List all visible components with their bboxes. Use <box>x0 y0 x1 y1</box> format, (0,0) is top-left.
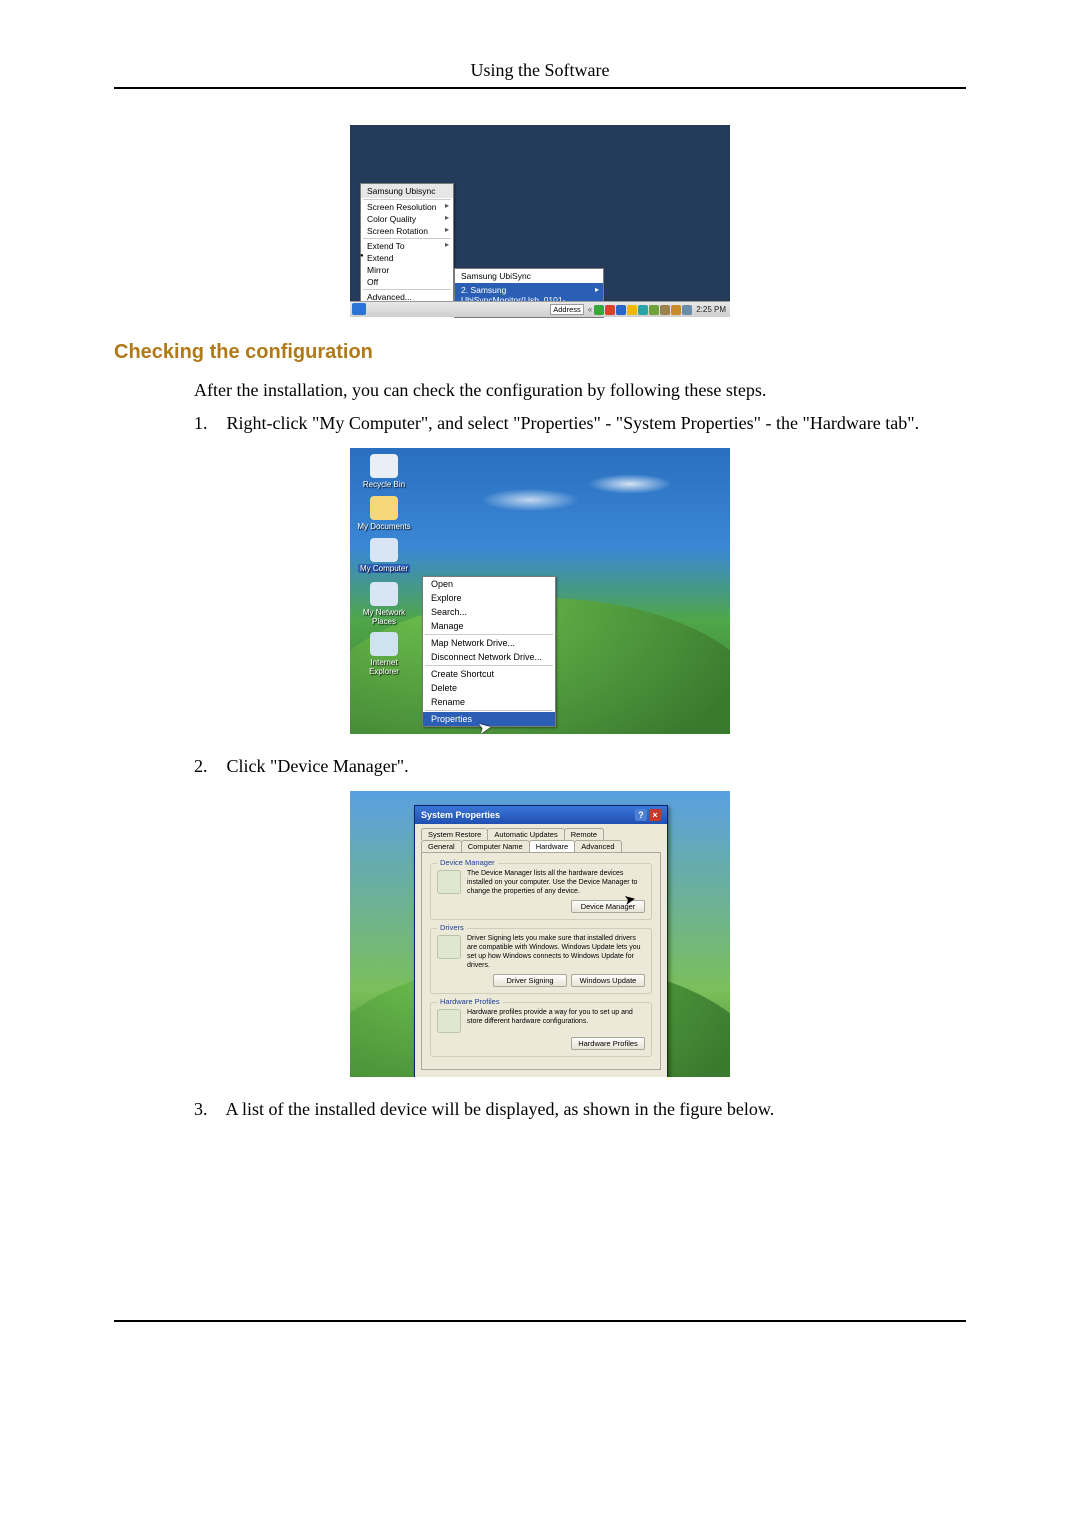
tray-icon[interactable] <box>638 305 648 315</box>
ctx-rename[interactable]: Rename <box>423 695 555 709</box>
ctx-disconnect-drive[interactable]: Disconnect Network Drive... <box>423 650 555 664</box>
mi-screen-resolution[interactable]: Screen Resolution <box>361 201 453 213</box>
hardware-profiles-button[interactable]: Hardware Profiles <box>571 1037 645 1050</box>
mi-extend-to[interactable]: Extend To <box>361 240 453 252</box>
computer-icon <box>370 538 398 562</box>
legend-device-manager: Device Manager <box>437 858 498 867</box>
step-1-text: Right-click "My Computer", and select "P… <box>227 413 920 433</box>
section-title-checking-config: Checking the configuration <box>114 341 966 364</box>
device-manager-icon <box>437 870 461 894</box>
tab-general[interactable]: General <box>421 840 462 852</box>
legend-hw-profiles: Hardware Profiles <box>437 997 503 1006</box>
desktop-icon-ie[interactable]: Internet Explorer <box>356 632 412 676</box>
desktop-icon-my-documents[interactable]: My Documents <box>356 496 412 531</box>
figure-ubisync-menu: Samsung Ubisync Screen Resolution Color … <box>350 125 730 317</box>
system-properties-dialog[interactable]: System Properties ? × System Restore Aut… <box>414 805 668 1077</box>
cursor-icon: ➤ <box>623 890 638 909</box>
group-device-manager: Device Manager The Device Manager lists … <box>430 863 652 920</box>
tab-computer-name[interactable]: Computer Name <box>461 840 530 852</box>
my-computer-context-menu[interactable]: Open Explore Search... Manage Map Networ… <box>422 576 556 727</box>
footer-rule <box>114 1320 966 1322</box>
start-button-icon[interactable] <box>352 303 366 315</box>
address-label: Address <box>550 304 584 315</box>
dialog-titlebar[interactable]: System Properties ? × <box>415 806 667 824</box>
tray-icon[interactable] <box>682 305 692 315</box>
ctx-manage[interactable]: Manage <box>423 619 555 633</box>
tab-automatic-updates[interactable]: Automatic Updates <box>487 828 564 840</box>
tray-icon[interactable] <box>594 305 604 315</box>
step-2-text: Click "Device Manager". <box>227 756 409 776</box>
tab-system-restore[interactable]: System Restore <box>421 828 488 840</box>
tray-icon[interactable] <box>649 305 659 315</box>
group-hardware-profiles: Hardware Profiles Hardware profiles prov… <box>430 1002 652 1057</box>
taskbar: Address « 2:25 PM <box>350 301 730 317</box>
tab-body-hardware: Device Manager The Device Manager lists … <box>421 852 661 1070</box>
windows-update-button[interactable]: Windows Update <box>571 974 645 987</box>
tray-icon[interactable] <box>616 305 626 315</box>
help-button-icon[interactable]: ? <box>635 809 647 821</box>
recycle-bin-icon <box>370 454 398 478</box>
drivers-desc: Driver Signing lets you make sure that i… <box>467 935 645 970</box>
submenu-title[interactable]: Samsung UbiSync <box>455 269 603 283</box>
driver-signing-button[interactable]: Driver Signing <box>493 974 567 987</box>
step-2: 2. Click "Device Manager". <box>194 756 966 777</box>
tray-icon[interactable] <box>627 305 637 315</box>
mi-color-quality[interactable]: Color Quality <box>361 213 453 225</box>
tab-remote[interactable]: Remote <box>564 828 604 840</box>
ctx-open[interactable]: Open <box>423 577 555 591</box>
step-1: 1. Right-click "My Computer", and select… <box>194 413 966 434</box>
system-tray <box>594 305 692 315</box>
step-3-number: 3. <box>194 1099 222 1120</box>
intro-text: After the installation, you can check th… <box>194 380 966 401</box>
device-manager-desc: The Device Manager lists all the hardwar… <box>467 870 645 896</box>
page-header: Using the Software <box>114 60 966 89</box>
icon-label: Internet Explorer <box>369 658 399 676</box>
dialog-title: System Properties <box>421 810 500 820</box>
address-arrows-icon[interactable]: « <box>588 305 592 314</box>
mi-screen-rotation[interactable]: Screen Rotation <box>361 225 453 237</box>
ubisync-context-menu[interactable]: Samsung Ubisync Screen Resolution Color … <box>360 183 454 304</box>
drivers-icon <box>437 935 461 959</box>
hw-profiles-desc: Hardware profiles provide a way for you … <box>467 1009 645 1027</box>
figure-system-properties: System Properties ? × System Restore Aut… <box>350 791 730 1077</box>
icon-label: My Documents <box>357 522 410 531</box>
tab-hardware[interactable]: Hardware <box>529 840 576 852</box>
ctx-map-drive[interactable]: Map Network Drive... <box>423 636 555 650</box>
mi-off[interactable]: Off <box>361 276 453 288</box>
step-3: 3. A list of the installed device will b… <box>194 1099 966 1120</box>
ctx-explore[interactable]: Explore <box>423 591 555 605</box>
tab-advanced[interactable]: Advanced <box>574 840 621 852</box>
mi-extend[interactable]: Extend <box>361 252 453 264</box>
figure-desktop-rightclick: Recycle Bin My Documents My Computer My … <box>350 448 730 734</box>
step-1-number: 1. <box>194 413 222 434</box>
tray-icon[interactable] <box>671 305 681 315</box>
ctx-search[interactable]: Search... <box>423 605 555 619</box>
legend-drivers: Drivers <box>437 923 467 932</box>
desktop-icon-my-computer[interactable]: My Computer <box>356 538 412 573</box>
icon-label: My Network Places <box>363 608 405 626</box>
step-3-text: A list of the installed device will be d… <box>226 1099 775 1119</box>
ctx-delete[interactable]: Delete <box>423 681 555 695</box>
menu-header: Samsung Ubisync <box>361 184 453 198</box>
tray-icon[interactable] <box>605 305 615 315</box>
tray-icon[interactable] <box>660 305 670 315</box>
network-icon <box>370 582 398 606</box>
taskbar-clock: 2:25 PM <box>696 305 726 314</box>
icon-label: My Computer <box>358 564 410 573</box>
ctx-create-shortcut[interactable]: Create Shortcut <box>423 667 555 681</box>
desktop-icon-my-network-places[interactable]: My Network Places <box>356 582 412 626</box>
desktop-icon-recycle-bin[interactable]: Recycle Bin <box>356 454 412 489</box>
dialog-tabs: System Restore Automatic Updates Remote … <box>415 824 667 852</box>
dialog-buttons: OK Cancel Apply <box>415 1076 667 1077</box>
icon-label: Recycle Bin <box>363 480 405 489</box>
group-drivers: Drivers Driver Signing lets you make sur… <box>430 928 652 994</box>
hw-profiles-icon <box>437 1009 461 1033</box>
close-button-icon[interactable]: × <box>649 809 661 821</box>
step-2-number: 2. <box>194 756 222 777</box>
mi-mirror[interactable]: Mirror <box>361 264 453 276</box>
folder-icon <box>370 496 398 520</box>
ie-icon <box>370 632 398 656</box>
